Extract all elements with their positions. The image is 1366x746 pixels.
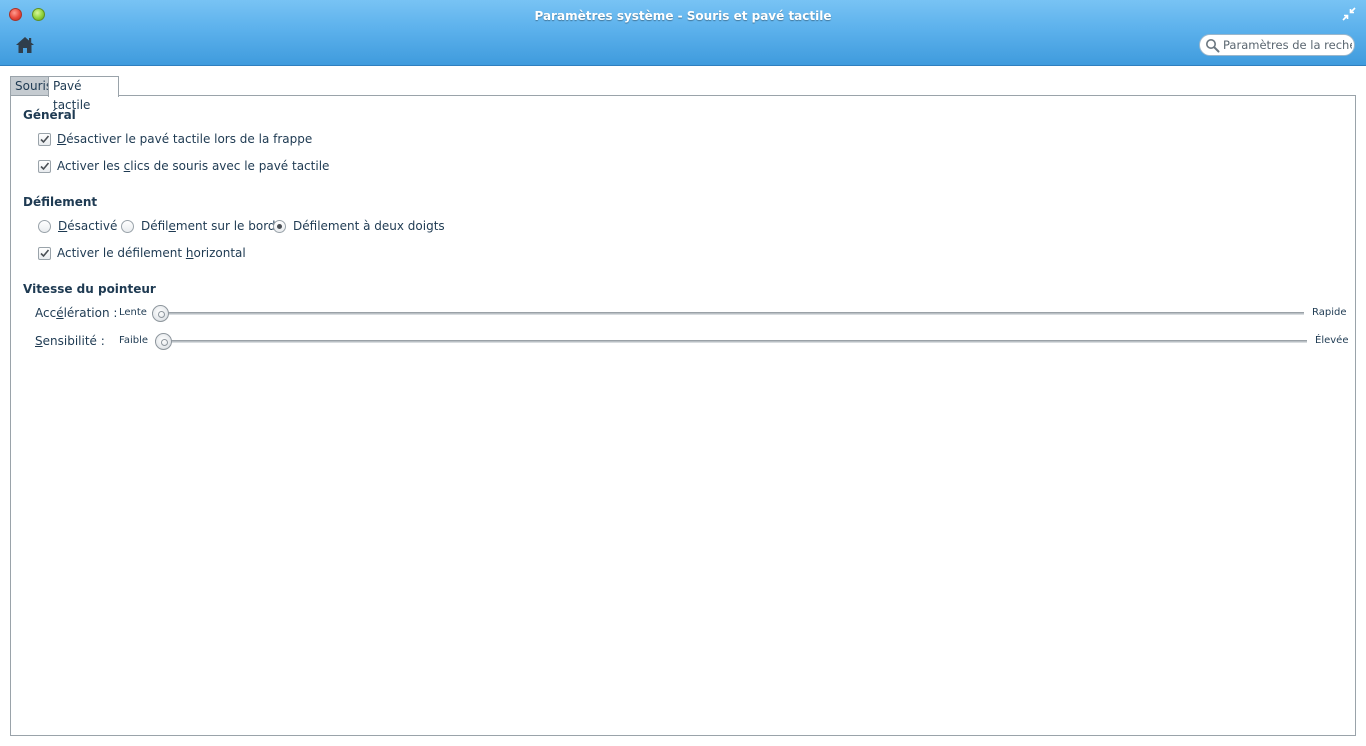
window-header: Paramètres système - Souris et pavé tact… [0,0,1366,66]
search-box[interactable] [1199,34,1355,56]
tab-pave-tactile[interactable]: Pavé tactile [48,76,119,112]
sensitivity-min-label: Faible [119,335,149,346]
sensitivity-max-label: Élevée [1315,335,1349,346]
home-icon [16,37,34,53]
unmaximize-icon[interactable] [1342,7,1356,21]
sensitivity-slider-handle[interactable] [155,333,172,350]
two-finger-scrolling-radio[interactable]: Défilement à deux doigts [273,218,445,234]
sensitivity-slider-track[interactable] [155,340,1307,343]
radio-selected-dot [277,223,282,229]
radio-circle[interactable] [273,219,286,233]
mouse-clicks-checkbox[interactable]: Activer les clics de souris avec le pavé… [38,158,329,174]
acceleration-max-label: Rapide [1312,307,1347,318]
edge-scrolling-label: Défilement sur le bord [141,219,276,233]
checkmark-icon [40,161,50,170]
sensitivity-label: Sensibilité : [35,334,105,348]
tab-souris[interactable]: Souris [10,76,52,96]
horizontal-scrolling-label: Activer le défilement horizontal [57,246,246,260]
search-input[interactable] [1220,38,1352,52]
acceleration-slider-track[interactable] [152,312,1304,315]
search-icon [1206,38,1220,52]
two-finger-scrolling-label: Défilement à deux doigts [293,219,445,233]
horizontal-scrolling-checkbox[interactable]: Activer le défilement horizontal [38,245,246,261]
disable-while-typing-label: Désactiver le pavé tactile lors de la fr… [57,132,313,146]
acceleration-label: Accélération : [35,306,118,320]
checkmark-icon [40,248,50,257]
checkbox-box[interactable] [38,132,51,146]
scroll-disabled-radio[interactable]: Désactivé [38,218,117,234]
checkmark-icon [40,134,50,143]
mouse-clicks-label: Activer les clics de souris avec le pavé… [57,159,330,173]
scroll-disabled-label: Désactivé [58,219,118,233]
acceleration-slider-handle[interactable] [152,305,169,322]
disable-while-typing-checkbox[interactable]: Désactiver le pavé tactile lors de la fr… [38,131,312,147]
edge-scrolling-radio[interactable]: Défilement sur le bord [121,218,276,234]
section-pointer-speed-title: Vitesse du pointeur [23,282,156,296]
tab-panel [10,95,1356,736]
radio-circle[interactable] [121,219,134,233]
window-title: Paramètres système - Souris et pavé tact… [534,9,832,23]
checkbox-box[interactable] [38,246,51,260]
home-button[interactable] [14,35,36,55]
acceleration-min-label: Lente [119,307,147,318]
checkbox-box[interactable] [38,159,51,173]
radio-circle[interactable] [38,219,51,233]
section-scrolling-title: Défilement [23,195,98,209]
